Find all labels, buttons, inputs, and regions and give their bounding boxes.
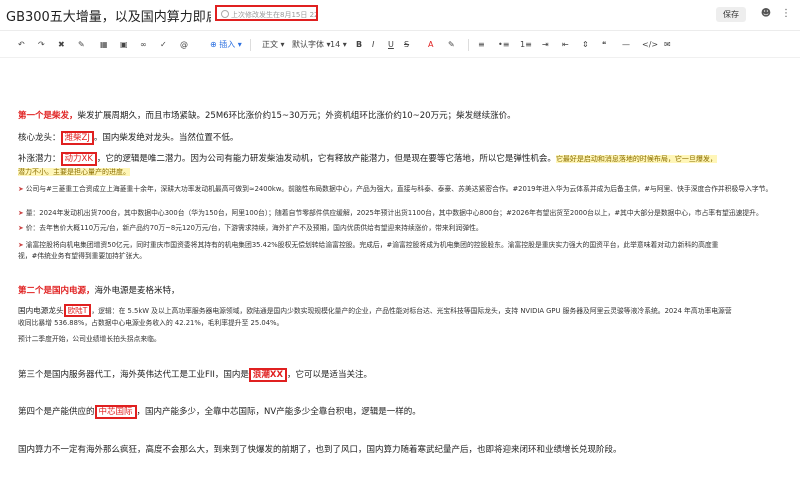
highlight-icon[interactable]: ✎: [448, 39, 455, 51]
paragraph-text: 核心龙头：: [18, 133, 61, 143]
strikethrough-icon[interactable]: S: [404, 39, 409, 51]
insert-label: 插入: [219, 40, 236, 49]
paragraph-3: 补涨潜力： 动力XK ，它的逻辑是唯二潜力。因为公司有能力研发柴油发动机，它有释放产…: [18, 152, 717, 166]
paragraph-text: 海外电源是麦格米特，: [94, 286, 180, 296]
more-icon[interactable]: ⋮: [780, 8, 792, 20]
bullet-text: 渝富控股将向机电集团增资50亿元，同时重庆市国资委将其持有的机电集团35.42%…: [25, 241, 719, 249]
redo-icon[interactable]: ↷: [38, 39, 45, 51]
toolbar-divider: [250, 39, 251, 51]
toolbar-divider: [468, 39, 469, 51]
align-icon[interactable]: ≡: [478, 39, 485, 51]
highlighted-stock: 动力XK: [60, 152, 97, 166]
quote-icon[interactable]: ❝: [602, 39, 606, 51]
paragraph-text: 补涨潜力：: [18, 154, 61, 164]
paragraph-8: 第四个是产能供应的 中芯国际 ，国内产能多少，全靠中芯国际，NV产能多少全靠台积电，…: [18, 405, 421, 419]
paragraph-style-select[interactable]: 正文 ▾: [262, 39, 285, 51]
save-status-text: 上次修改发生在8月15日 22:20: [231, 11, 318, 19]
paragraph-text: 第三个是国内服务器代工，海外英伟达代工是工业FII，国内是: [18, 370, 249, 380]
document-title[interactable]: GB300五大增量，以及国内算力即启动的潜伏: [6, 6, 211, 25]
save-button[interactable]: 保存: [716, 7, 746, 22]
check-icon[interactable]: ✓: [160, 39, 167, 51]
paragraph-4: 第二个是国内电源，海外电源是麦格米特，: [18, 285, 180, 298]
paragraph-5-cont: 收同比暴增 536.88%，占数据中心电源业务收入的 42.21%，毛利率提升至…: [18, 318, 283, 328]
paragraph-5: 国内电源龙头 欧陆T ，逻辑：在 5.5kW 及以上高功率服务器电源领域，欧陆通是国…: [18, 304, 732, 317]
highlighted-stock: 欧陆T: [63, 304, 92, 317]
paragraph-style-label: 正文: [262, 40, 278, 49]
paragraph-text: 柴发扩展周期久，而且市场紧缺。25M6环比涨价约15~30万元；外资机组环比涨价…: [77, 111, 516, 121]
font-family-select[interactable]: 默认字体 ▾: [292, 39, 331, 51]
pin-icon: ➤: [18, 209, 24, 217]
bullet-1: ➤ 公司与#三菱重工合资成立上海菱重十余年，深耕大功率发动机最高可做到≈2400k…: [18, 184, 772, 194]
editor-toolbar: ↶ ↷ ✖ ✎ ▦ ▣ ∞ ✓ @ ⊕ 插入 ▾ 正文 ▾ 默认字体 ▾ 14 …: [0, 33, 800, 58]
section-heading: 第一个是柴发，: [18, 111, 78, 121]
paragraph-text: 。国内柴发绝对龙头。当然位置不低。: [93, 133, 239, 143]
clock-icon: [221, 10, 229, 18]
title-bar: GB300五大增量，以及国内算力即启动的潜伏 上次修改发生在8月15日 22:2…: [0, 0, 800, 31]
image-icon[interactable]: ▣: [120, 39, 128, 51]
paragraph-text: 第四个是产能供应的: [18, 407, 95, 417]
paragraph-text: ，逻辑：在 5.5kW 及以上高功率服务器电源领域，欧陆通是国内少数实现规模化量…: [91, 307, 732, 315]
mention-icon[interactable]: @: [180, 39, 188, 51]
paragraph-1: 第一个是柴发，柴发扩展周期久，而且市场紧缺。25M6环比涨价约15~30万元；外…: [18, 110, 516, 123]
bold-icon[interactable]: B: [356, 39, 362, 51]
highlighted-stock: 中芯国际: [94, 405, 137, 419]
font-color-icon[interactable]: A: [428, 39, 433, 51]
highlighted-stock: 潍柴ZJ: [60, 131, 94, 145]
pin-icon: ➤: [18, 185, 24, 193]
comment-icon[interactable]: ✉: [664, 39, 671, 51]
outdent-icon[interactable]: ⇤: [562, 39, 569, 51]
link-icon[interactable]: ∞: [140, 39, 147, 51]
bullet-3: ➤ 价：去年售价大概110万元/台，新产品约70万~8元120万元/台，下游需求持…: [18, 223, 483, 233]
paragraph-6: 预计二季度开始，公司业绩增长拍头拐点来临。: [18, 334, 161, 344]
highlighted-text: 潜力不小。主要是担心量产的进度。: [18, 168, 130, 176]
italic-icon[interactable]: I: [372, 39, 374, 51]
paragraph-text: 预计二季度开始，公司业绩增长拍头拐点来临。: [18, 335, 161, 343]
paragraph-text: ，它的逻辑是唯二潜力。因为公司有能力研发柴油发动机，它有释放产能潜力，但是现在要…: [96, 154, 556, 164]
paragraph-text: 国内算力不一定有海外那么疯狂，高度不会那么大，到来到了快爆发的前期了，也到了风口…: [18, 445, 622, 455]
highlighted-text: 它最好是启动和消息落地的时候布局，它一旦爆发，: [555, 155, 717, 163]
paragraph-text: 国内电源龙头: [18, 306, 64, 315]
paragraph-7: 第三个是国内服务器代工，海外英伟达代工是工业FII，国内是 浪潮XX ，它可以是适当…: [18, 368, 373, 382]
font-size-select[interactable]: 14 ▾: [330, 39, 347, 51]
bullet-text: 价：去年售价大概110万元/台，新产品约70万~8元120万元/台，下游需求持续…: [25, 224, 483, 232]
pin-icon: ➤: [18, 241, 24, 249]
bullet-4: ➤ 渝富控股将向机电集团增资50亿元，同时重庆市国资委将其持有的机电集团35.42…: [18, 240, 718, 250]
paragraph-2: 核心龙头： 潍柴ZJ 。国内柴发绝对龙头。当然位置不低。: [18, 131, 239, 145]
bullet-4-cont: 视，#伟统业务有望得到重要加持扩张大。: [18, 251, 146, 261]
undo-icon[interactable]: ↶: [18, 39, 25, 51]
pin-icon: ➤: [18, 224, 24, 232]
paragraph-text: ，它可以是适当关注。: [287, 370, 373, 380]
bullet-2: ➤ 量：2024年发动机出货700台，其中数据中心300台（华为150台，阿里10…: [18, 208, 763, 218]
numbered-list-icon[interactable]: 1≡: [520, 39, 532, 51]
format-painter-icon[interactable]: ✎: [78, 39, 85, 51]
save-status: 上次修改发生在8月15日 22:20: [215, 5, 318, 21]
insert-menu[interactable]: ⊕ 插入 ▾: [210, 39, 242, 51]
font-size-label: 14: [330, 40, 341, 49]
table-icon[interactable]: ▦: [100, 39, 108, 51]
line-spacing-icon[interactable]: ⇕: [582, 39, 589, 51]
section-heading: 第二个是国内电源，: [18, 286, 95, 296]
paragraph-9: 国内算力不一定有海外那么疯狂，高度不会那么大，到来到了快爆发的前期了，也到了风口…: [18, 444, 622, 457]
bullet-text: 视，#伟统业务有望得到重要加持扩张大。: [18, 252, 147, 260]
code-icon[interactable]: </>: [642, 39, 658, 51]
bullet-list-icon[interactable]: •≡: [498, 39, 509, 51]
paragraph-3-cont: 潜力不小。主要是担心量产的进度。: [18, 166, 130, 179]
divider-icon[interactable]: —: [622, 39, 630, 51]
font-family-label: 默认字体: [292, 40, 324, 49]
bullet-text: 量：2024年发动机出货700台，其中数据中心300台（华为150台，阿里100…: [25, 209, 763, 217]
paragraph-text: ，国内产能多少，全靠中芯国际，NV产能多少全靠台积电，逻辑是一样的。: [136, 407, 421, 417]
bullet-text: 公司与#三菱重工合资成立上海菱重十余年，深耕大功率发动机最高可做到≈2400kw…: [25, 185, 773, 193]
indent-icon[interactable]: ⇥: [542, 39, 549, 51]
paragraph-text: 收同比暴增 536.88%，占数据中心电源业务收入的 42.21%，毛利率提升至…: [18, 319, 284, 327]
highlighted-stock: 浪潮XX: [248, 368, 288, 382]
add-user-icon[interactable]: ☻: [760, 8, 772, 20]
clear-format-icon[interactable]: ✖: [58, 39, 65, 51]
underline-icon[interactable]: U: [388, 39, 394, 51]
